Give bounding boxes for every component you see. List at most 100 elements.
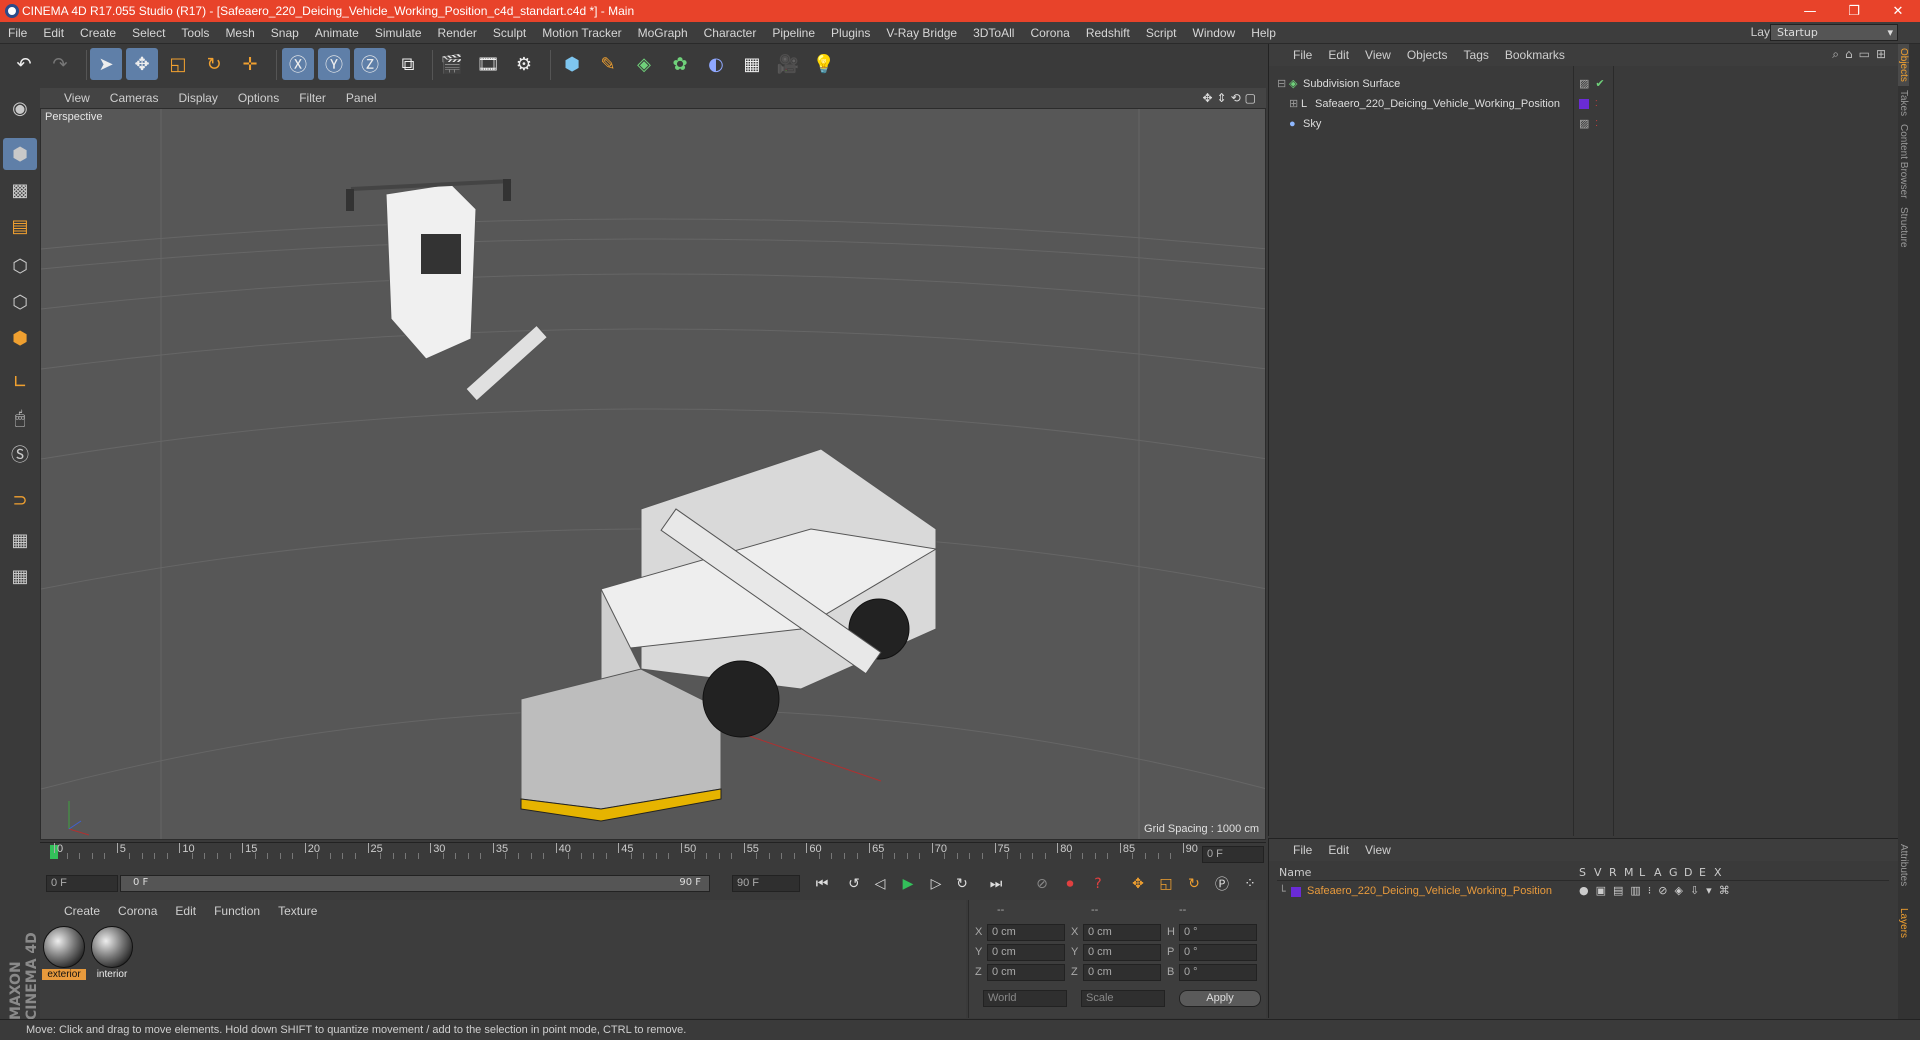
edit-render-settings-icon[interactable]: ⚙	[508, 48, 540, 80]
material-menu-edit[interactable]: Edit	[166, 904, 205, 918]
cube-icon[interactable]: ⬢	[556, 48, 588, 80]
viewport-navigation-icon[interactable]: ✥⇕⟲▢	[1202, 91, 1260, 105]
expand-icon[interactable]: ⊞	[1277, 97, 1301, 110]
size-mode-select[interactable]: Scale	[1081, 990, 1165, 1007]
autokeying-icon[interactable]: ⏺	[1058, 872, 1082, 896]
menu-tools[interactable]: Tools	[173, 26, 217, 40]
menu-simulate[interactable]: Simulate	[367, 26, 430, 40]
deicing-vehicle-model[interactable]	[346, 179, 938, 822]
previous-key-icon[interactable]: ↺	[842, 872, 866, 896]
pen-spline-icon[interactable]: ✎	[592, 48, 624, 80]
z-axis-icon[interactable]: Ⓩ	[354, 48, 386, 80]
tweak-mode-icon[interactable]: 🖱	[3, 402, 37, 434]
perspective-viewport[interactable]: Perspective Grid Spacing : 1000 cm	[40, 108, 1266, 840]
layer-color-swatch[interactable]	[1579, 98, 1589, 109]
layer-color-swatch[interactable]	[1291, 887, 1301, 897]
menu-snap[interactable]: Snap	[263, 26, 307, 40]
objects-menu-bookmarks[interactable]: Bookmarks	[1497, 48, 1573, 62]
coord-size-field[interactable]: 0 cm	[1083, 964, 1161, 981]
key-scale-icon[interactable]: ◱	[1154, 872, 1178, 896]
x-axis-icon[interactable]: Ⓧ	[282, 48, 314, 80]
floor-icon[interactable]: ▦	[736, 48, 768, 80]
next-frame-icon[interactable]: ▷	[924, 872, 948, 896]
scale-icon[interactable]: ◱	[162, 48, 194, 80]
coord-size-field[interactable]: 0 cm	[1083, 924, 1161, 941]
coord-position-field[interactable]: 0 cm	[987, 964, 1065, 981]
previous-frame-icon[interactable]: ◁	[868, 872, 892, 896]
layer-column-header[interactable]: L	[1639, 866, 1645, 879]
edges-mode-icon[interactable]: ⬡	[3, 286, 37, 318]
menu-pipeline[interactable]: Pipeline	[764, 26, 823, 40]
object-row-sky[interactable]: ● Sky ▨ ⁚	[1277, 114, 1899, 133]
menu-select[interactable]: Select	[124, 26, 173, 40]
layers-menu-view[interactable]: View	[1357, 843, 1399, 857]
rotate-icon[interactable]: ↻	[198, 48, 230, 80]
search-icon[interactable]: ⌕⌂▭⊞	[1832, 47, 1892, 62]
snapping-icon[interactable]: Ⓢ	[3, 438, 37, 470]
viewport-menu-options[interactable]: Options	[228, 91, 289, 105]
menu-redshift[interactable]: Redshift	[1078, 26, 1138, 40]
record-keyframe-icon[interactable]: ⊘	[1030, 872, 1054, 896]
go-to-start-icon[interactable]: ⏮	[810, 872, 834, 896]
objects-menu-tags[interactable]: Tags	[1456, 48, 1497, 62]
light-icon[interactable]: 💡	[808, 48, 840, 80]
menu-3dtoall[interactable]: 3DToAll	[965, 26, 1022, 40]
side-tab-layers[interactable]: Layers	[1898, 904, 1909, 942]
objects-menu-edit[interactable]: Edit	[1320, 48, 1357, 62]
menu-mesh[interactable]: Mesh	[217, 26, 262, 40]
layer-column-header[interactable]: E	[1699, 866, 1706, 879]
menu-render[interactable]: Render	[430, 26, 485, 40]
move-icon[interactable]: ✥	[126, 48, 158, 80]
layer-toggle-icons[interactable]: ●▣▤▥⁝⊘◈⇩▾⌘	[1579, 884, 1737, 897]
points-mode-icon[interactable]: ⬡	[3, 250, 37, 282]
layer-column-header[interactable]: A	[1654, 866, 1662, 879]
menu-window[interactable]: Window	[1185, 26, 1244, 40]
make-editable-icon[interactable]: ◉	[3, 92, 37, 124]
deformer-icon[interactable]: ◐	[700, 48, 732, 80]
keyframe-selection-icon[interactable]: ?	[1086, 872, 1110, 896]
texture-mode-icon[interactable]: ▩	[3, 174, 37, 206]
coordinate-space-select[interactable]: World	[983, 990, 1067, 1007]
objects-menu-view[interactable]: View	[1357, 48, 1399, 62]
coord-rotation-field[interactable]: 0 °	[1179, 964, 1257, 981]
menu-create[interactable]: Create	[72, 26, 124, 40]
coord-rotation-field[interactable]: 0 °	[1179, 944, 1257, 961]
key-parameter-icon[interactable]: Ⓟ	[1210, 872, 1234, 896]
coord-position-field[interactable]: 0 cm	[987, 924, 1065, 941]
viewport-menu-panel[interactable]: Panel	[336, 91, 387, 105]
material-menu-function[interactable]: Function	[205, 904, 269, 918]
layer-column-header[interactable]: R	[1609, 866, 1617, 879]
frame-range-slider[interactable]: 0 F 90 F	[120, 875, 710, 892]
subdivision-surface-icon[interactable]: ◈	[628, 48, 660, 80]
material-interior[interactable]: interior	[90, 926, 134, 984]
lock-workplane-icon[interactable]: ▦	[3, 524, 37, 556]
viewport-menu-cameras[interactable]: Cameras	[100, 91, 169, 105]
menu-mograph[interactable]: MoGraph	[630, 26, 696, 40]
key-pla-icon[interactable]: ⁘	[1238, 872, 1262, 896]
select-cursor-icon[interactable]: ➤	[90, 48, 122, 80]
side-tab-structure[interactable]: Structure	[1898, 203, 1909, 252]
enabled-check-icon[interactable]: ✔	[1595, 77, 1604, 90]
key-position-icon[interactable]: ✥	[1126, 872, 1150, 896]
camera-icon[interactable]: 🎥	[772, 48, 804, 80]
planar-workplane-icon[interactable]: ▦	[3, 560, 37, 592]
menu-character[interactable]: Character	[696, 26, 765, 40]
layer-column-header[interactable]: D	[1684, 866, 1692, 879]
menu-motion-tracker[interactable]: Motion Tracker	[534, 26, 629, 40]
visibility-dots-icon[interactable]: ▨	[1579, 77, 1589, 90]
side-tab-attributes[interactable]: Attributes	[1898, 840, 1909, 890]
current-frame-field[interactable]: 0 F	[1202, 846, 1264, 863]
layer-column-header[interactable]: S	[1579, 866, 1586, 879]
y-axis-icon[interactable]: Ⓨ	[318, 48, 350, 80]
visibility-dots-icon[interactable]: ⁚	[1595, 99, 1598, 108]
layout-select[interactable]: Startup ▾	[1770, 24, 1898, 41]
object-row-vehicle[interactable]: ⊞ L Safeaero_220_Deicing_Vehicle_Working…	[1277, 94, 1899, 113]
layer-row[interactable]: └ Safeaero_220_Deicing_Vehicle_Working_P…	[1277, 883, 1889, 901]
menu-edit[interactable]: Edit	[35, 26, 72, 40]
material-menu-create[interactable]: Create	[40, 904, 109, 918]
axis-mode-icon[interactable]: ∟	[3, 366, 37, 398]
start-frame-field[interactable]: 0 F	[46, 875, 118, 892]
viewport-menu-filter[interactable]: Filter	[289, 91, 336, 105]
go-to-end-icon[interactable]: ⏭	[984, 872, 1008, 896]
coord-rotation-field[interactable]: 0 °	[1179, 924, 1257, 941]
